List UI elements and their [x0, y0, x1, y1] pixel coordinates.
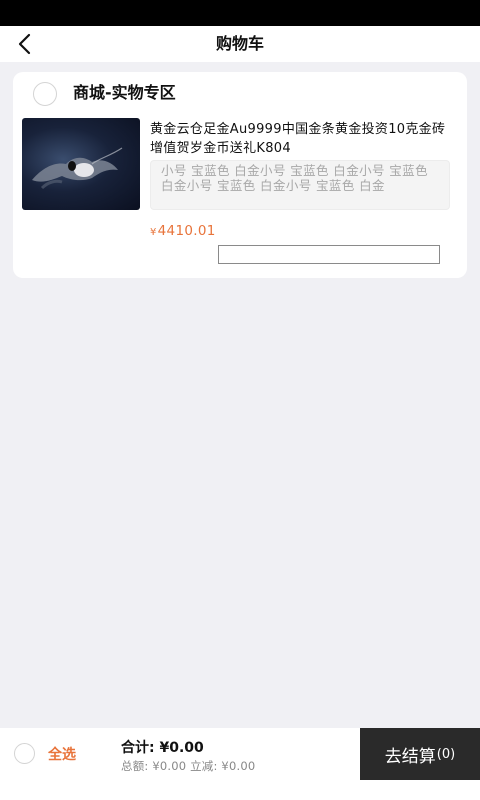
product-image[interactable]	[22, 118, 140, 210]
product-photo-graphic	[32, 147, 123, 190]
price-value: 4410.01	[157, 223, 216, 239]
total-amount: 合计: ¥0.00	[121, 737, 204, 757]
checkout-label: 去结算	[384, 746, 436, 767]
status-bar	[0, 0, 480, 26]
page-title: 购物车	[215, 34, 264, 53]
shop-select-checkbox[interactable]	[33, 82, 57, 106]
nav-bar: 购物车	[0, 26, 480, 62]
chevron-left-icon	[18, 33, 31, 55]
select-all-checkbox[interactable]	[14, 743, 35, 764]
total-value: ¥0.00	[159, 740, 204, 756]
product-spec-selector[interactable]: 小号 宝蓝色 白金小号 宝蓝色 白金小号 宝蓝色 白金小号 宝蓝色 白金小号 宝…	[150, 160, 450, 210]
product-price: ¥4410.01	[150, 223, 216, 239]
shop-name[interactable]: 商城-实物专区	[73, 79, 176, 103]
checkout-button[interactable]: 去结算 (0)	[360, 728, 480, 780]
quantity-input[interactable]	[218, 245, 440, 264]
total-label: 合计:	[121, 740, 155, 756]
select-all-label[interactable]: 全选	[48, 744, 76, 764]
cart-content[interactable]: 商城-实物专区 黄金云仓足金Au9999中国金条黄金投资10克金砖增值贺岁金币送…	[0, 62, 480, 728]
checkout-count: (0)	[436, 746, 456, 762]
shop-card: 商城-实物专区 黄金云仓足金Au9999中国金条黄金投资10克金砖增值贺岁金币送…	[13, 72, 467, 278]
discount-summary: 总额: ¥0.00 立减: ¥0.00	[121, 759, 256, 773]
product-title[interactable]: 黄金云仓足金Au9999中国金条黄金投资10克金砖增值贺岁金币送礼K804	[150, 120, 450, 158]
bottom-bar: 全选 合计: ¥0.00 总额: ¥0.00 立减: ¥0.00 去结算 (0)	[0, 728, 480, 800]
back-button[interactable]	[10, 30, 38, 58]
price-currency: ¥	[150, 227, 157, 238]
